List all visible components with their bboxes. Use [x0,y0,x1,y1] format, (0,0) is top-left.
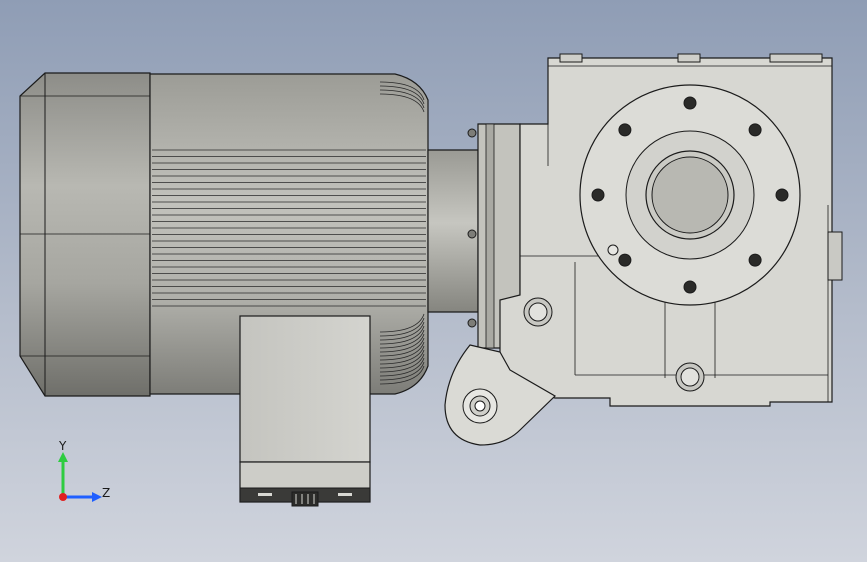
z-axis-arrow [92,492,102,502]
cad-viewport[interactable]: Y Z [0,0,867,562]
output-flange [579,84,801,306]
flange-bolt [748,253,762,267]
flange-bolt [618,253,632,267]
flange-bolt [748,123,762,137]
flange-bolt [591,188,605,202]
flange-bolt [683,96,697,110]
flange-bolt [618,123,632,137]
y-axis-arrow [58,452,68,462]
y-axis-label: Y [58,439,67,453]
terminal-box [239,315,371,507]
flange-bolt [775,188,789,202]
gearmotor-model[interactable] [0,0,867,562]
z-axis-label: Z [102,486,110,500]
coordinate-triad: Y Z [58,439,110,502]
flange-bolt [683,280,697,294]
motor-fan-cover [19,72,151,397]
x-axis-origin [59,493,67,501]
